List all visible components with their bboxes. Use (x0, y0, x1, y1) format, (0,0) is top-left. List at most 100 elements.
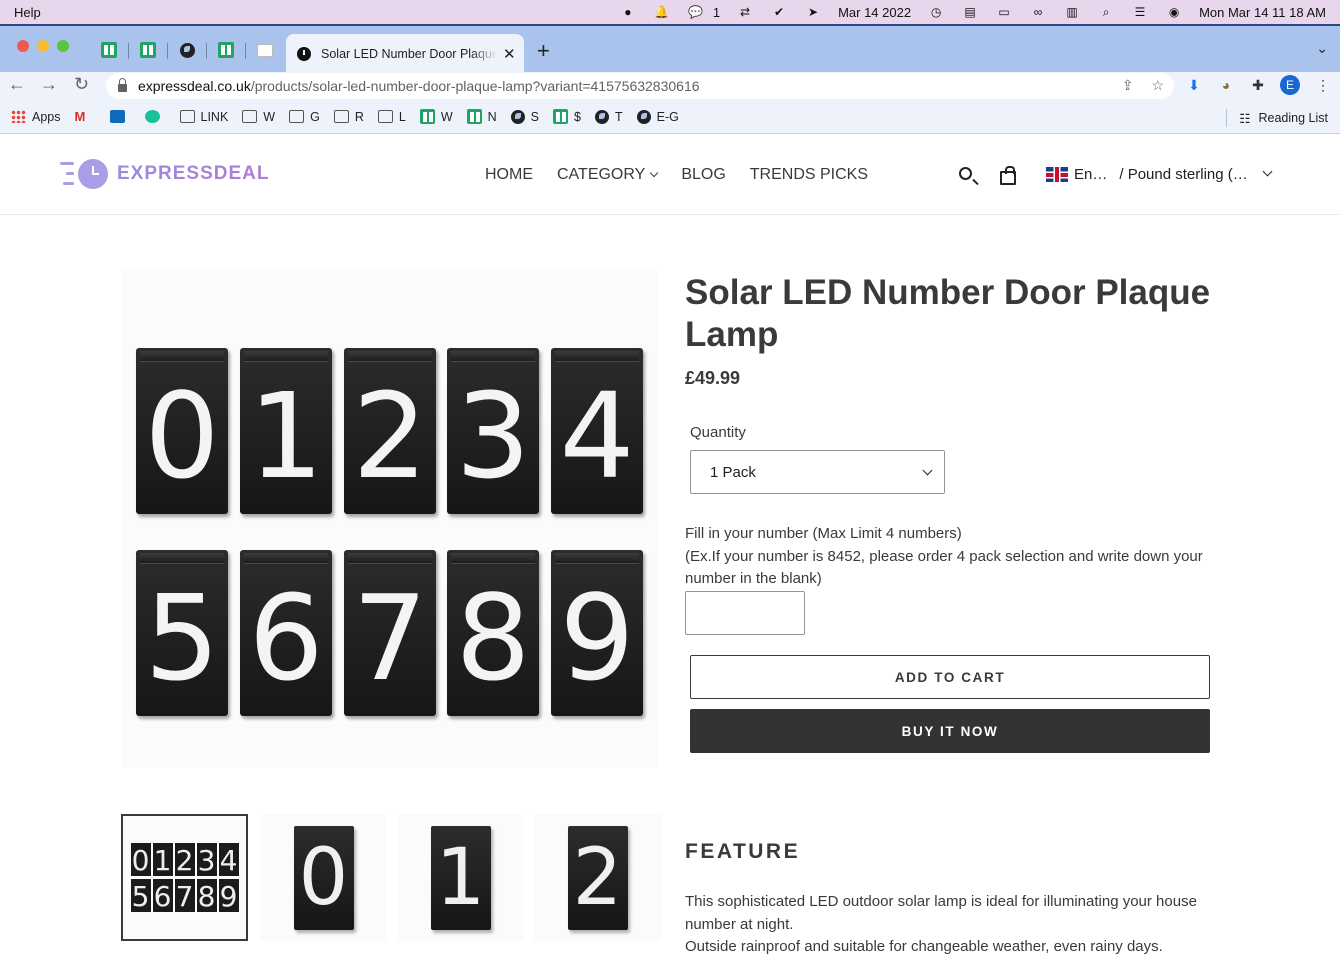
control-center-icon[interactable]: ☰ (1132, 5, 1148, 19)
nav-trends-picks[interactable]: TRENDS PICKS (750, 166, 868, 184)
pointer-app-icon[interactable]: ➤ (805, 5, 821, 19)
grammarly-icon (144, 110, 160, 123)
bookmark-folder-w[interactable]: W (242, 110, 275, 124)
active-tab[interactable]: Solar LED Number Door Plaque Lamp ✕ (286, 34, 524, 74)
reload-icon[interactable]: ↻ (74, 74, 89, 95)
wechat-count: 1 (712, 4, 721, 20)
thumbnail-digit-2[interactable]: 2 (534, 814, 661, 941)
thumbnail-digit-0[interactable]: 0 (260, 814, 387, 941)
pinned-tab-doc[interactable] (256, 41, 274, 59)
bookmark-sheets-n[interactable]: N (466, 109, 497, 124)
digit-plaque: 6 (240, 550, 332, 716)
quantity-label: Quantity (690, 424, 746, 441)
nav-home[interactable]: HOME (485, 166, 533, 184)
bookmark-star-icon[interactable]: ☆ (1151, 77, 1164, 94)
url-host: expressdeal.co.uk (138, 78, 251, 94)
tab-search-chevron-icon[interactable]: ⌄ (1316, 40, 1328, 57)
us-flag-input-icon[interactable]: ▤ (962, 5, 978, 19)
sheets-icon (101, 42, 117, 58)
spotlight-search-icon[interactable]: ⌕ (1098, 5, 1114, 19)
thumbnail-digit-1[interactable]: 1 (397, 814, 524, 941)
shopping-bag-icon (1000, 166, 1016, 185)
window-minimize-button[interactable] (37, 40, 49, 52)
gmail-icon: M (74, 109, 86, 124)
bookmark-gmail[interactable]: M (75, 110, 96, 123)
instruction-line: (Ex.If your number is 8452, please order… (685, 547, 1203, 588)
nav-category[interactable]: CATEGORY (557, 166, 659, 184)
line-app-icon[interactable]: ● (620, 5, 636, 19)
store-logo[interactable]: EXPRESSDEAL (56, 159, 269, 189)
language-currency-selector[interactable]: En… / Pound sterling (… (1046, 166, 1273, 183)
teamviewer-icon[interactable]: ⇄ (737, 5, 753, 19)
reading-list-button[interactable]: ☷ Reading List (1226, 109, 1328, 127)
bookmark-folder-link[interactable]: LINK (179, 110, 228, 124)
download-extension-icon[interactable]: ⬇ (1185, 76, 1203, 94)
menubar-clock[interactable]: Mon Mar 14 11 18 AM (1199, 5, 1326, 20)
back-arrow-icon[interactable]: ← (8, 74, 26, 95)
chrome-menu-icon[interactable]: ⋮ (1314, 76, 1332, 94)
pinned-tab-globe[interactable] (178, 41, 196, 59)
pinned-tab-sheets-2[interactable] (139, 41, 157, 59)
link-icon[interactable]: ∞ (1030, 5, 1046, 19)
bookmark-globe-s[interactable]: S (510, 109, 539, 124)
folder-icon (289, 110, 305, 123)
notification-bell-icon[interactable]: 🔔 (654, 5, 670, 19)
folder-icon (242, 110, 258, 123)
bookmark-globe-eg[interactable]: E-G (636, 109, 679, 124)
nav-blog[interactable]: BLOG (681, 166, 725, 184)
sheets-icon (140, 42, 156, 58)
logo-speed-lines-icon (56, 160, 74, 188)
product-main-image[interactable]: 0 1 2 3 4 5 6 7 8 9 (121, 268, 657, 768)
bookmark-grammarly[interactable] (144, 110, 166, 123)
bookmark-apps[interactable]: Apps (11, 110, 61, 124)
siri-icon[interactable]: ◉ (1166, 5, 1182, 19)
chevron-down-icon (650, 168, 659, 178)
close-tab-icon[interactable]: ✕ (503, 45, 516, 63)
url-text[interactable]: expressdeal.co.uk/products/solar-led-num… (138, 78, 700, 94)
new-tab-button[interactable]: + (537, 38, 550, 64)
pinned-tab-sheets-1[interactable] (100, 41, 118, 59)
checkmark-app-icon[interactable]: ✔ (771, 5, 787, 19)
buy-it-now-button[interactable]: BUY IT NOW (690, 709, 1210, 753)
pinned-tab-sheets-3[interactable] (217, 41, 235, 59)
owl-extension-icon[interactable]: ◕ (1217, 76, 1235, 94)
bookmark-sheets-w[interactable]: W (419, 109, 453, 124)
folder-icon (333, 110, 349, 123)
sheets-icon (466, 109, 482, 124)
profile-avatar[interactable]: E (1280, 75, 1300, 95)
search-button[interactable] (957, 165, 979, 187)
product-price: £49.99 (685, 368, 741, 388)
memory-meter-icon[interactable]: ▥ (1064, 5, 1080, 19)
window-zoom-button[interactable] (57, 40, 69, 52)
tab-separator (167, 43, 168, 59)
add-to-cart-button[interactable]: ADD TO CART (690, 655, 1210, 699)
extensions-puzzle-icon[interactable]: ✚ (1249, 76, 1267, 94)
thumbnail-image: 0 (293, 825, 354, 930)
time-machine-icon[interactable]: ◷ (928, 5, 944, 19)
quantity-select[interactable]: 1 Pack (690, 450, 945, 494)
share-icon[interactable]: ⇪ (1122, 77, 1134, 94)
globe-icon (510, 109, 525, 124)
digit-plaque: 4 (551, 348, 643, 514)
window-close-button[interactable] (17, 40, 29, 52)
sheets-icon (218, 42, 234, 58)
bookmark-sheets-dollar[interactable]: $ (553, 109, 581, 124)
help-menu[interactable]: Help (14, 5, 41, 20)
main-navigation: HOME CATEGORY BLOG TRENDS PICKS (485, 166, 892, 184)
wechat-icon[interactable]: 💬 (688, 5, 704, 19)
bookmark-folder-l[interactable]: L (377, 110, 406, 124)
folder-icon (377, 110, 393, 123)
tab-separator (128, 43, 129, 59)
cart-button[interactable] (998, 165, 1020, 187)
lock-icon[interactable] (118, 78, 127, 92)
bookmark-globe-t[interactable]: T (594, 109, 623, 124)
house-number-field[interactable] (685, 591, 805, 635)
bookmark-folder-g[interactable]: G (289, 110, 320, 124)
bookmark-folder-r[interactable]: R (333, 110, 364, 124)
battery-icon[interactable]: ▭ (996, 5, 1012, 19)
address-bar[interactable]: expressdeal.co.uk/products/solar-led-num… (106, 73, 1174, 99)
globe-icon (594, 109, 609, 124)
forward-arrow-icon[interactable]: → (40, 74, 58, 95)
thumbnail-all-digits[interactable]: 0 1 2 3 4 5 6 7 8 9 (121, 814, 248, 941)
bookmark-outlook[interactable] (109, 110, 131, 123)
